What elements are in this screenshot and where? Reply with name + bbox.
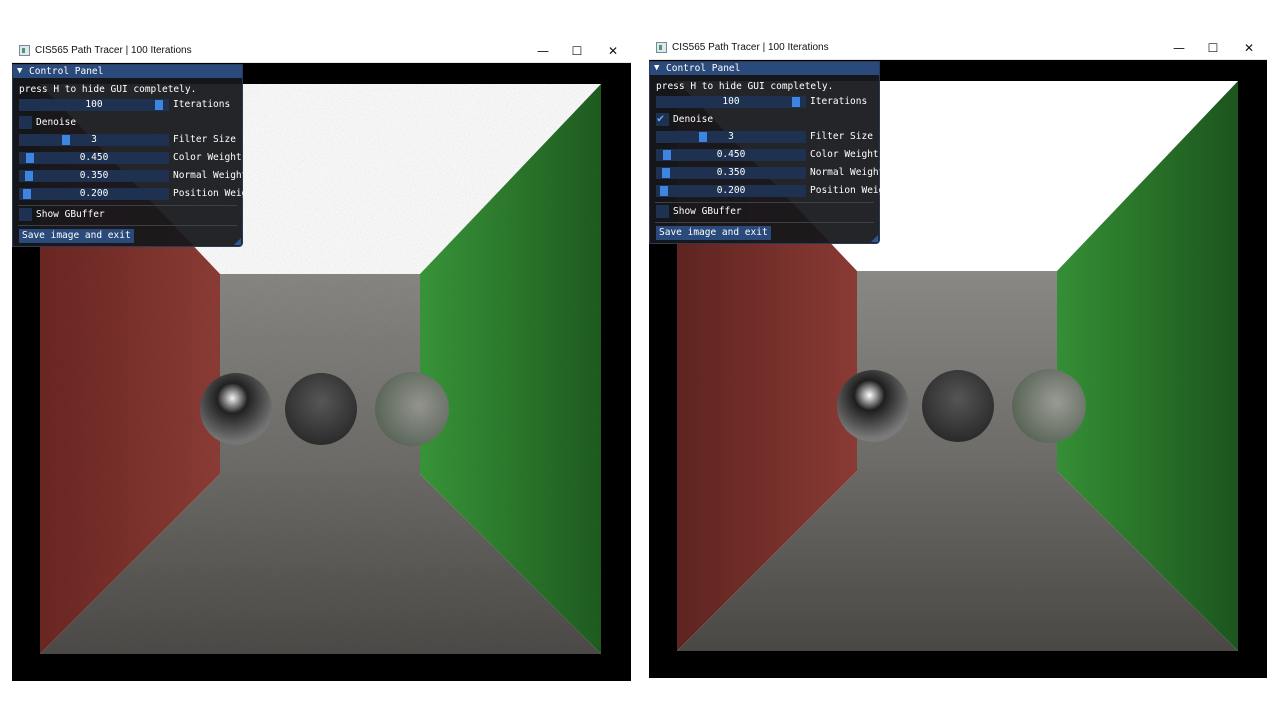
- slider-label: Color Weight: [810, 149, 879, 160]
- slider-value: 0.350: [716, 167, 746, 178]
- slider-label: Position Weig: [173, 188, 243, 199]
- sphere-mirror: [837, 370, 909, 442]
- close-icon[interactable]: ✕: [605, 43, 621, 59]
- triangle-down-icon[interactable]: ▼: [17, 65, 22, 78]
- checkbox-label: Show GBuffer: [36, 209, 105, 220]
- panel-title: Control Panel: [29, 66, 104, 77]
- checkbox[interactable]: ✔: [656, 111, 669, 126]
- slider-label: Iterations: [810, 96, 868, 107]
- window-title: CIS565 Path Tracer | 100 Iterations: [35, 45, 192, 56]
- control-panel: ▼ Control Panel press H to hide GUI comp…: [12, 64, 243, 247]
- slider-label: Position Weig: [810, 185, 880, 196]
- divider: [18, 205, 237, 206]
- divider: [655, 202, 874, 203]
- checkbox[interactable]: [656, 205, 669, 218]
- slider-value: 0.200: [79, 188, 109, 199]
- slider-track[interactable]: 0.200: [19, 188, 169, 200]
- slider-value: 3: [728, 131, 734, 142]
- sphere-glass: [1012, 369, 1086, 443]
- slider-label: Color Weight: [173, 152, 242, 163]
- slider-value: 100: [85, 99, 103, 110]
- maximize-icon[interactable]: ☐: [569, 43, 585, 59]
- title-bar[interactable]: CIS565 Path Tracer | 100 Iterations — ☐ …: [12, 40, 631, 63]
- panel-header[interactable]: ▼ Control Panel: [650, 62, 879, 75]
- window-title: CIS565 Path Tracer | 100 Iterations: [672, 42, 829, 53]
- save-image-button[interactable]: Save image and exit: [656, 226, 771, 240]
- slider-label: Filter Size: [810, 131, 873, 142]
- panel-title: Control Panel: [666, 63, 741, 74]
- slider-label: Filter Size: [173, 134, 236, 145]
- slider-track[interactable]: 0.350: [19, 170, 169, 182]
- panel-header[interactable]: ▼ Control Panel: [13, 65, 242, 78]
- save-image-button[interactable]: Save image and exit: [19, 229, 134, 243]
- slider-track[interactable]: 3: [19, 134, 169, 146]
- slider-value: 0.450: [716, 149, 746, 160]
- sphere-diffuse: [922, 370, 994, 442]
- checkbox-label: Denoise: [673, 114, 714, 125]
- slider-value: 0.450: [79, 152, 109, 163]
- slider-track[interactable]: 0.450: [19, 152, 169, 164]
- minimize-icon[interactable]: —: [535, 43, 551, 59]
- slider-track[interactable]: 100: [19, 99, 169, 111]
- path-tracer-window-right: CIS565 Path Tracer | 100 Iterations — ☐ …: [649, 37, 1267, 678]
- slider-label: Iterations: [173, 99, 231, 110]
- close-icon[interactable]: ✕: [1241, 40, 1257, 56]
- slider-track[interactable]: 0.350: [656, 167, 806, 179]
- control-panel: ▼ Control Panel press H to hide GUI comp…: [649, 61, 880, 244]
- hint-text: press H to hide GUI completely.: [656, 81, 834, 92]
- title-bar[interactable]: CIS565 Path Tracer | 100 Iterations — ☐ …: [649, 37, 1267, 60]
- minimize-icon[interactable]: —: [1171, 40, 1187, 56]
- slider-track[interactable]: 0.200: [656, 185, 806, 197]
- check-icon: ✔: [657, 111, 665, 125]
- hint-text: press H to hide GUI completely.: [19, 84, 197, 95]
- triangle-down-icon[interactable]: ▼: [654, 62, 659, 75]
- checkbox[interactable]: [19, 116, 32, 129]
- checkbox[interactable]: [19, 208, 32, 221]
- path-tracer-window-left: CIS565 Path Tracer | 100 Iterations — ☐ …: [12, 40, 631, 681]
- slider-label: Normal Weight: [810, 167, 880, 178]
- maximize-icon[interactable]: ☐: [1205, 40, 1221, 56]
- app-icon: [19, 45, 30, 56]
- divider: [655, 222, 874, 223]
- divider: [18, 225, 237, 226]
- slider-value: 3: [91, 134, 97, 145]
- slider-value: 100: [722, 96, 740, 107]
- slider-label: Normal Weight: [173, 170, 243, 181]
- app-icon: [656, 42, 667, 53]
- slider-track[interactable]: 3: [656, 131, 806, 143]
- slider-track[interactable]: 0.450: [656, 149, 806, 161]
- checkbox-label: Show GBuffer: [673, 206, 742, 217]
- slider-value: 0.200: [716, 185, 746, 196]
- resize-grip-icon[interactable]: [234, 238, 241, 245]
- slider-value: 0.350: [79, 170, 109, 181]
- resize-grip-icon[interactable]: [871, 235, 878, 242]
- checkbox-label: Denoise: [36, 117, 77, 128]
- slider-track[interactable]: 100: [656, 96, 806, 108]
